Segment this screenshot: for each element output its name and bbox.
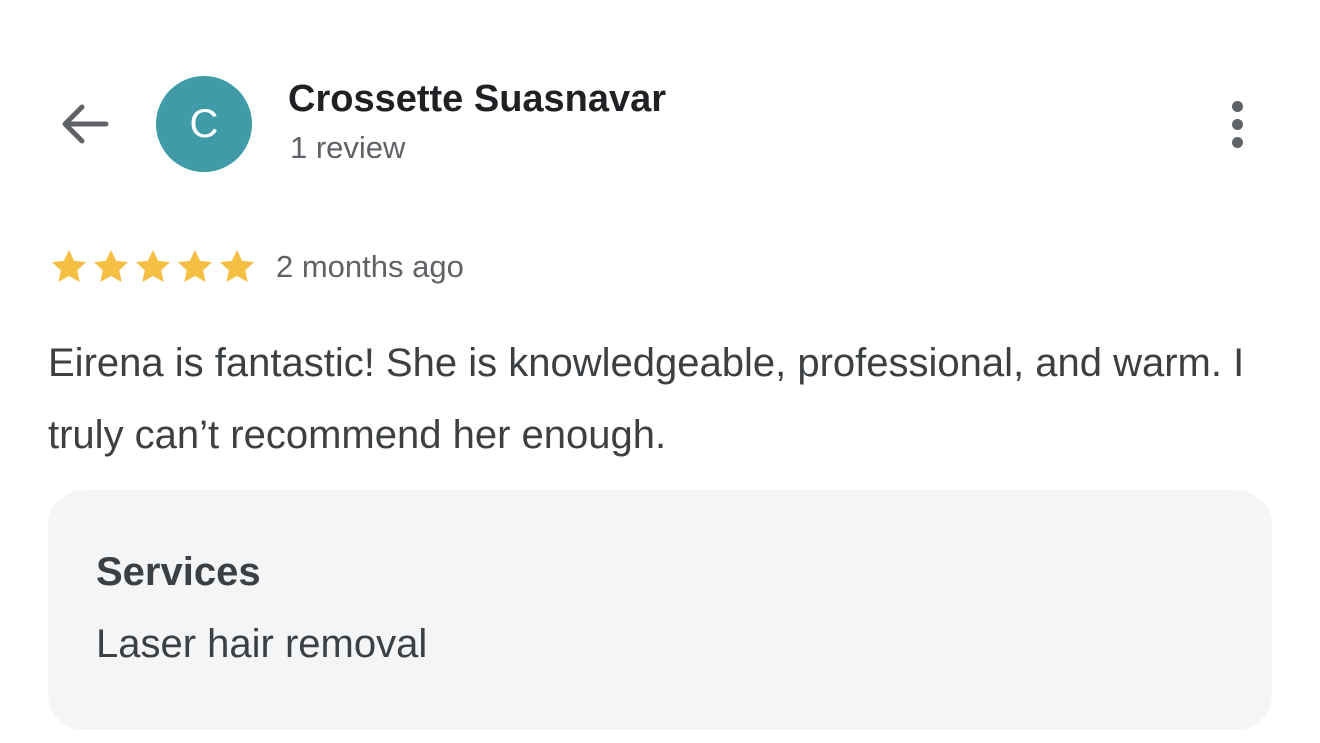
more-vert-icon-dot (1231, 136, 1243, 148)
star-icon (52, 250, 86, 282)
more-options-button[interactable] (1212, 92, 1262, 156)
rating-row: 2 months ago (48, 245, 464, 289)
more-vert-icon-dot (1231, 118, 1243, 130)
more-vert-icon-dot (1231, 100, 1243, 112)
star-icon (136, 250, 170, 282)
services-value: Laser hair removal (96, 622, 428, 666)
review-count: 1 review (290, 130, 406, 165)
arrow-left-icon (58, 102, 110, 151)
star-icon (94, 250, 128, 282)
star-rating (48, 247, 258, 287)
review-date: 2 months ago (276, 249, 464, 284)
avatar-letter: C (189, 101, 219, 146)
services-title: Services (96, 550, 261, 594)
reviewer-name[interactable]: Crossette Suasnavar (288, 78, 666, 121)
review-text: Eirena is fantastic! She is knowledgeabl… (48, 341, 1245, 457)
back-button[interactable] (54, 96, 114, 156)
star-icon (178, 250, 212, 282)
services-card: Services Laser hair removal (48, 490, 1272, 730)
avatar[interactable]: C (156, 76, 252, 172)
star-icon (220, 250, 254, 282)
